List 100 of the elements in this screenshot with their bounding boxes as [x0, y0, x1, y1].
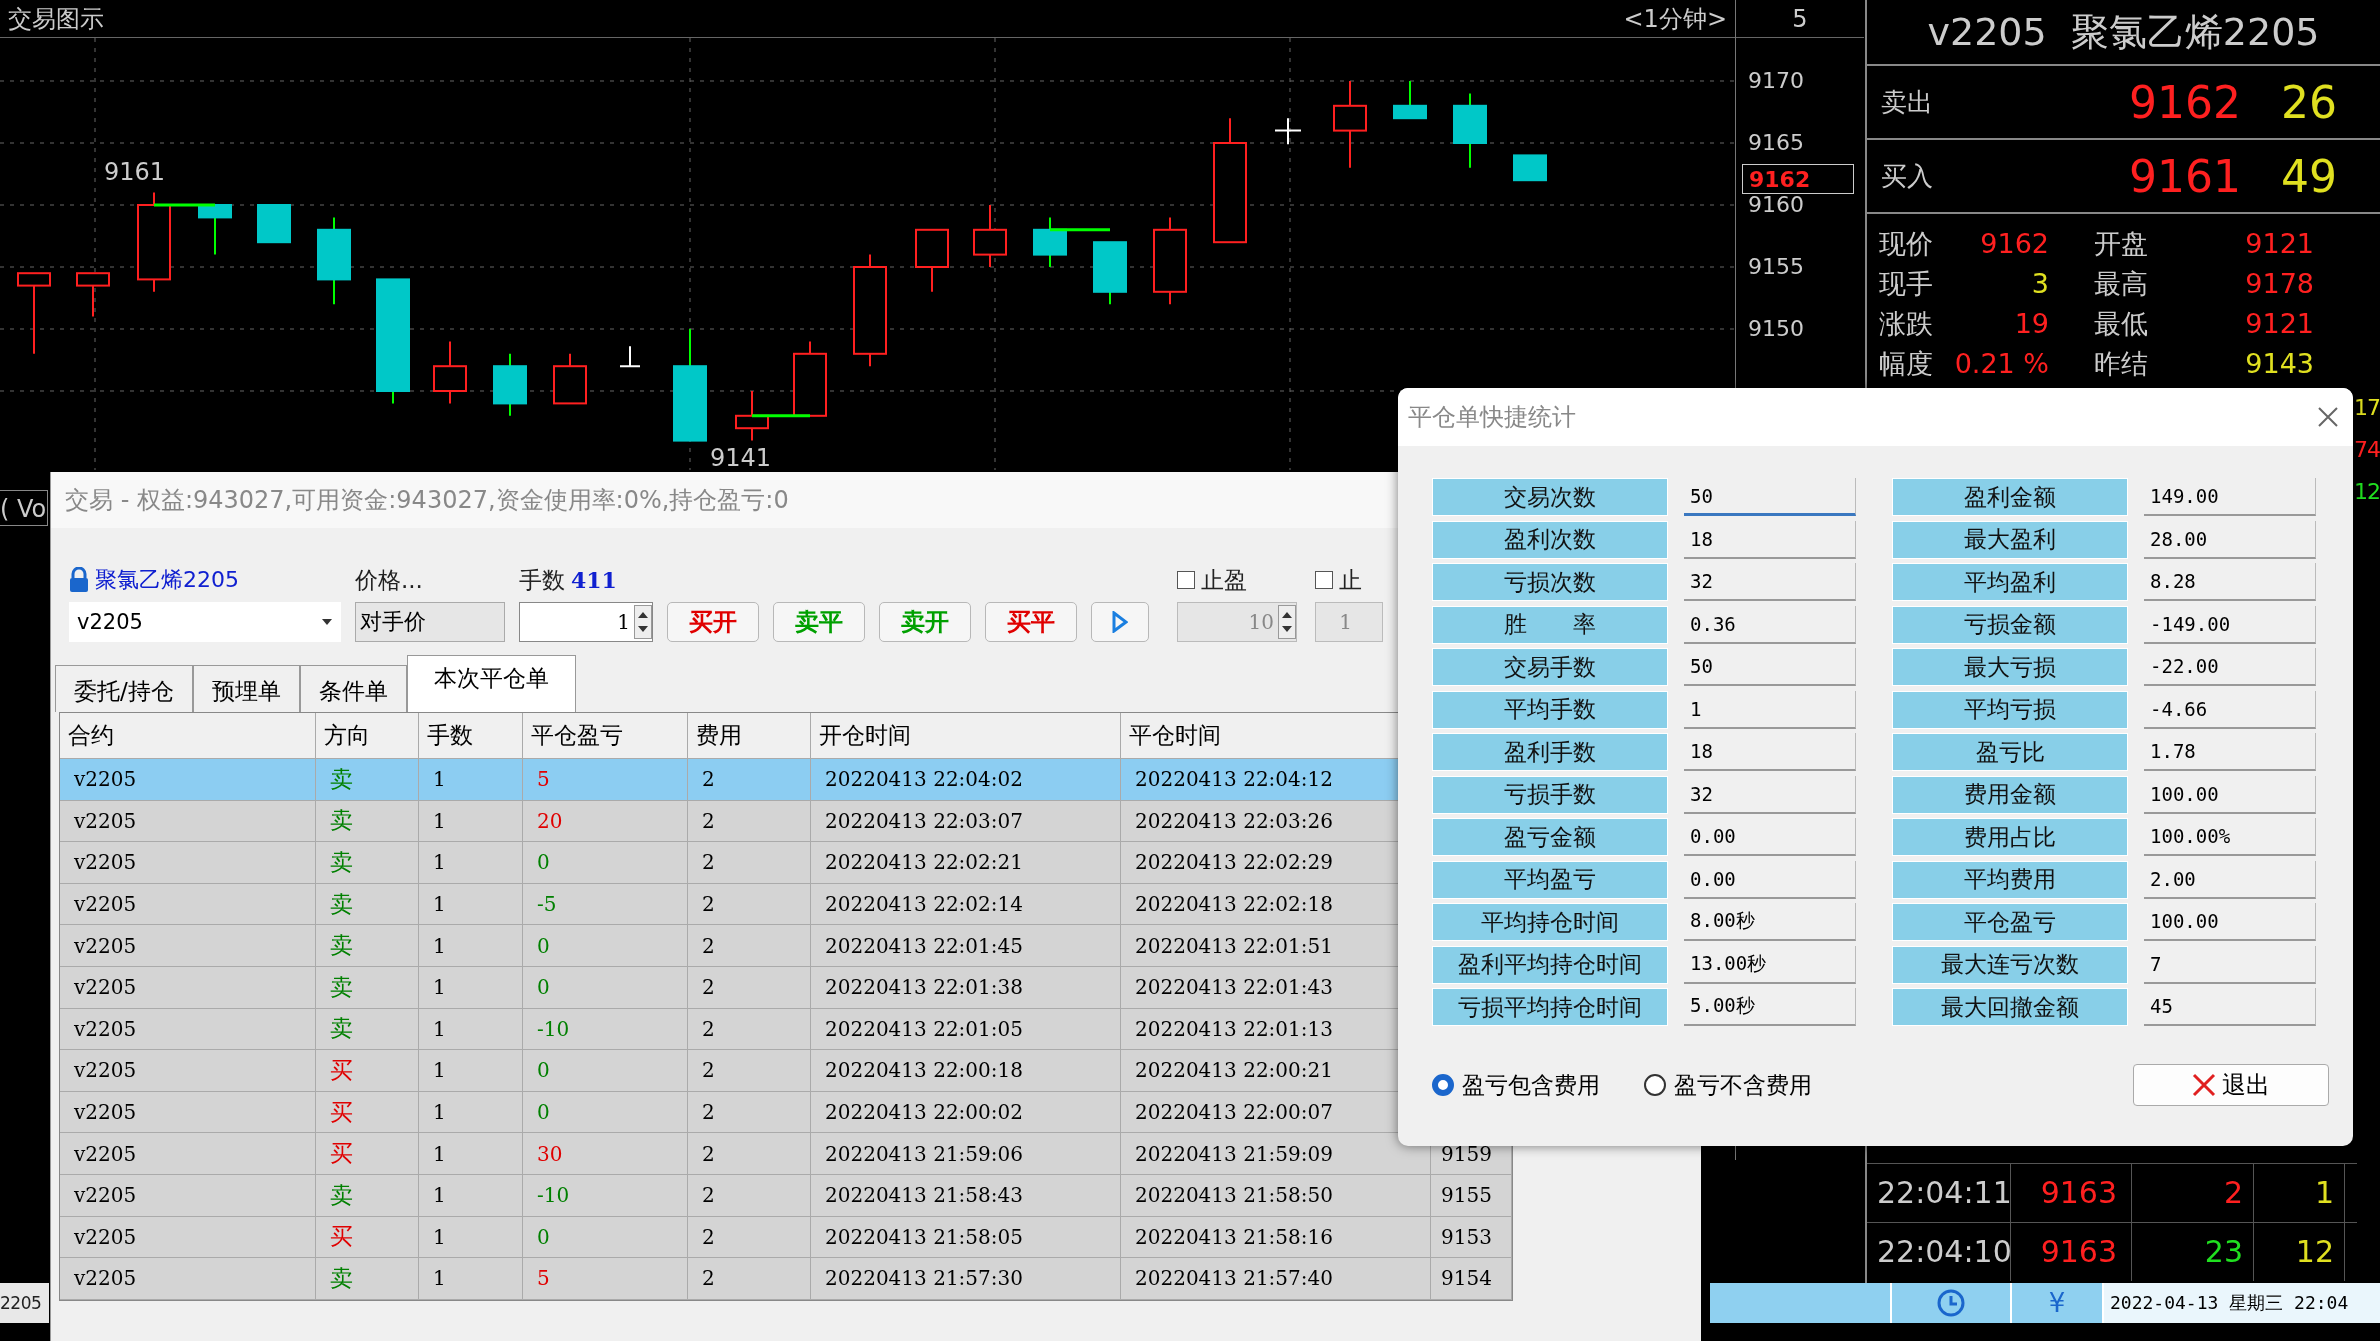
table-cell: 2 [688, 800, 811, 842]
stat-label: 平均手数 [1432, 690, 1668, 729]
table-cell: 20220413 22:02:21 [811, 842, 1121, 883]
stat-label: 平均费用 [1892, 860, 2128, 899]
table-cell-text: 卖 [330, 848, 353, 877]
order-button[interactable]: 买平 [985, 602, 1077, 642]
checkbox[interactable] [1177, 571, 1195, 589]
stat-field[interactable]: 13.00秒 [1684, 945, 1856, 984]
table-cell-text: 买 [330, 1097, 353, 1127]
column-header[interactable]: 费用 [688, 713, 811, 758]
lots-field[interactable]: 1 [519, 602, 653, 642]
stat-field[interactable]: 28.00 [2144, 520, 2316, 559]
contract-select[interactable]: v2205 [69, 602, 341, 642]
stat-field[interactable]: 1.78 [2144, 733, 2316, 771]
stat-field[interactable]: 100.00 [2144, 903, 2316, 941]
table-cell: 1 [419, 759, 523, 800]
stat-field[interactable]: 100.00 [2144, 775, 2316, 814]
stat-field[interactable]: 18 [1684, 733, 1856, 771]
radio-button[interactable] [1644, 1074, 1666, 1096]
table-cell: 2 [688, 966, 811, 1008]
radio-label[interactable]: 盈亏包含费用 [1462, 1069, 1600, 1101]
stat-label: 平均盈利 [1892, 563, 2128, 601]
stat-field[interactable]: 0.00 [1684, 860, 1856, 899]
exit-button[interactable]: 退出 [2133, 1064, 2329, 1106]
table-row[interactable]: v2205 买 1 0 2 20220413 21:58:05 20220413 21:58:16 9153 [60, 1216, 1512, 1259]
price-tick: 9170 [1748, 68, 1804, 94]
table-cell: 20220413 21:57:40 [1121, 1258, 1431, 1299]
table-row[interactable]: v2205 卖 1 -10 2 20220413 21:58:43 20220413 21:58:50 9155 [60, 1174, 1512, 1217]
period-selector[interactable]: <1分钟> [1623, 2, 1727, 35]
table-cell: v2205 [60, 1133, 316, 1174]
table-row[interactable]: v2205 卖 1 5 2 20220413 21:57:30 20220413 21:57:40 9154 [60, 1258, 1512, 1300]
stat-label: 昨结 [2094, 347, 2149, 381]
stat-field[interactable]: -22.00 [2144, 648, 2316, 686]
radio-button[interactable] [1432, 1074, 1454, 1096]
stat-field[interactable]: 149.00 [2144, 478, 2316, 516]
send-button[interactable] [1091, 602, 1149, 642]
tick-time: 22:04:11 [1867, 1164, 2011, 1222]
stat-field[interactable]: 5.00秒 [1684, 988, 1856, 1026]
stat-label: 盈亏金额 [1432, 818, 1668, 856]
table-cell: 1 [419, 1008, 523, 1050]
table-cell-text: 卖 [330, 764, 353, 794]
stat-label: 费用金额 [1892, 775, 2128, 814]
order-button[interactable]: 买开 [667, 602, 759, 642]
stat-field[interactable]: 100.00% [2144, 818, 2316, 856]
price-label: 价格... [355, 565, 424, 595]
tab[interactable]: 条件单 [299, 665, 407, 712]
close-icon[interactable] [2317, 406, 2339, 428]
trend-line [1050, 228, 1110, 232]
column-header[interactable]: 合约 [60, 713, 316, 758]
column-header[interactable]: 平仓盈亏 [523, 713, 688, 758]
stat-value: 9121 [2244, 307, 2314, 341]
stat-field[interactable]: 1 [1684, 690, 1856, 729]
tick-time: 22:04:10 [1867, 1223, 2011, 1281]
stat-field[interactable]: 8.28 [2144, 563, 2316, 601]
clock-icon[interactable] [1936, 1288, 1966, 1318]
candle [257, 204, 291, 244]
stat-field[interactable]: 2.00 [2144, 860, 2316, 899]
stat-field[interactable]: 32 [1684, 775, 1856, 814]
lots-max: 411 [571, 567, 617, 593]
spin-arrows-icon[interactable] [634, 605, 652, 639]
contract-link[interactable]: 聚氯乙烯2205 [95, 565, 239, 595]
tab[interactable]: 委托/持仓 [55, 665, 193, 712]
candle [553, 352, 587, 405]
checkbox[interactable] [1315, 571, 1333, 589]
stat-label: 最大回撤金额 [1892, 988, 2128, 1026]
column-header[interactable]: 手数 [419, 713, 523, 758]
column-header[interactable]: 开仓时间 [811, 713, 1121, 758]
contract-label: 2205 [0, 1283, 49, 1323]
stat-field[interactable]: 45 [2144, 988, 2316, 1026]
table-cell: 0 [537, 1224, 550, 1249]
stat-field[interactable]: 32 [1684, 563, 1856, 601]
quote-value: 12 [2354, 479, 2380, 504]
table-cell: 1 [419, 800, 523, 842]
stat-label: 开盘 [2094, 227, 2149, 261]
stat-label: 交易手数 [1432, 648, 1668, 686]
tab[interactable]: 本次平仓单 [406, 655, 576, 712]
stat-field[interactable]: 0.36 [1684, 605, 1856, 644]
stat-field[interactable]: 8.00秒 [1684, 903, 1856, 941]
stat-field[interactable]: -4.66 [2144, 690, 2316, 729]
stat-field[interactable]: 50 [1684, 478, 1856, 516]
stat-field[interactable]: 18 [1684, 520, 1856, 559]
radio-label[interactable]: 盈亏不含费用 [1674, 1069, 1812, 1101]
stat-label: 费用占比 [1892, 818, 2128, 856]
stat-label: 现价 [1879, 227, 1934, 261]
table-cell-text: 卖 [330, 1014, 353, 1044]
stop-label: 止 [1339, 565, 1362, 595]
table-cell: 0 [537, 850, 550, 875]
stat-value: 3 [2030, 267, 2049, 301]
price-field[interactable]: 对手价 [355, 602, 505, 642]
candle [493, 352, 527, 417]
tab[interactable]: 预埋单 [192, 665, 300, 712]
stat-field[interactable]: 7 [2144, 945, 2316, 984]
table-cell-text: 买 [330, 1139, 353, 1169]
stat-value: 9162 [1979, 227, 2049, 261]
spin-arrows-icon[interactable] [1278, 605, 1296, 639]
column-header[interactable]: 方向 [316, 713, 419, 758]
stat-field[interactable]: 0.00 [1684, 818, 1856, 856]
trend-line [154, 203, 215, 207]
stat-field[interactable]: 50 [1684, 648, 1856, 686]
stat-field[interactable]: -149.00 [2144, 605, 2316, 644]
